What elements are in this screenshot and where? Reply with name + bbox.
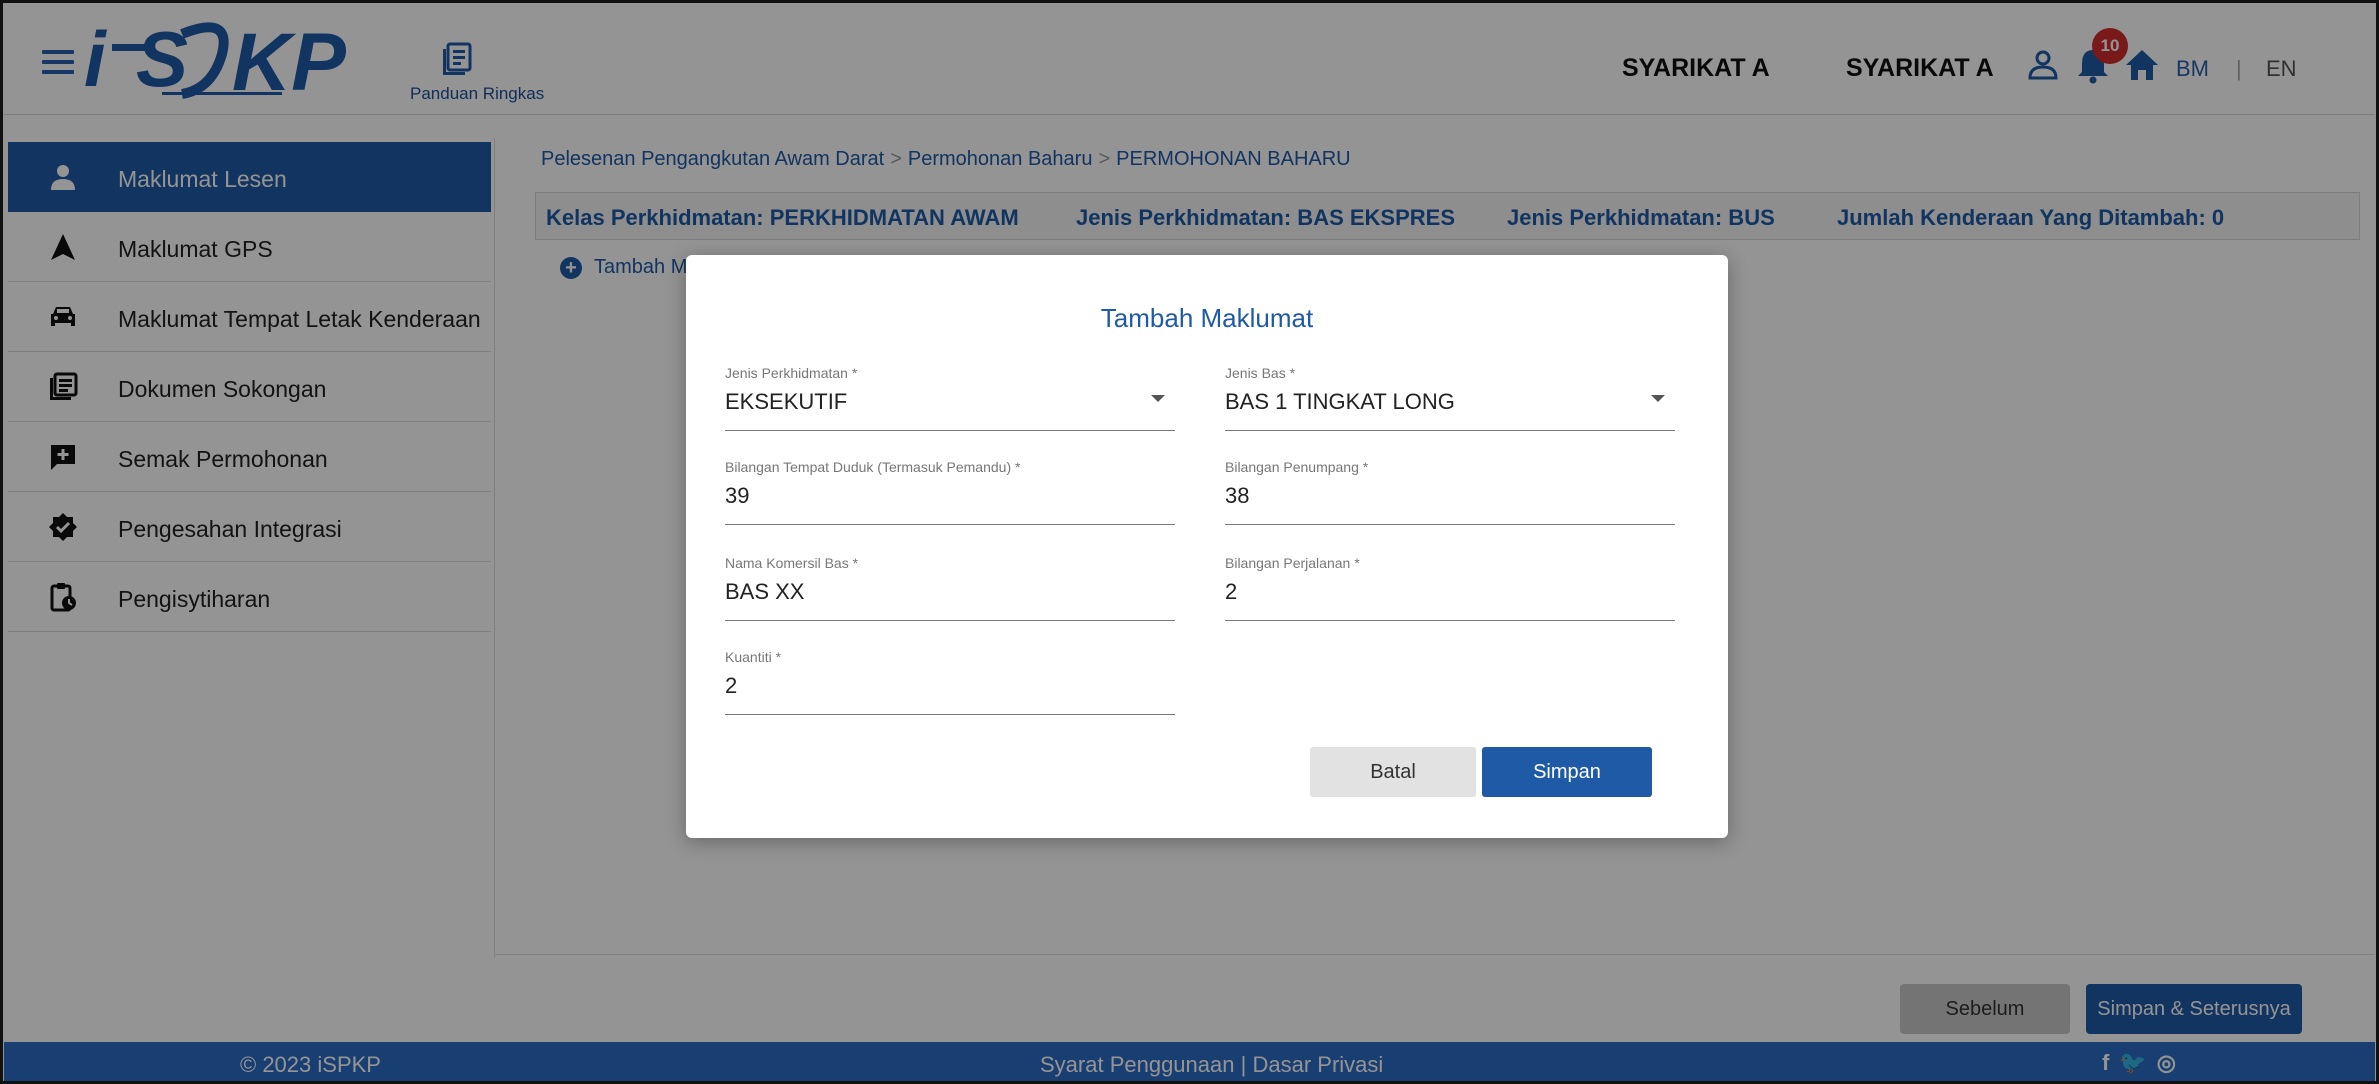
field-label: Kuantiti *	[725, 649, 782, 665]
field-value: 2	[1225, 579, 1238, 604]
field-label: Bilangan Perjalanan *	[1225, 555, 1360, 571]
nama-komersil-bas-input[interactable]: Nama Komersil Bas * BAS XX	[725, 555, 1175, 621]
save-button[interactable]: Simpan	[1482, 747, 1652, 797]
field-value: 38	[1225, 483, 1250, 508]
dropdown-arrow-icon[interactable]	[1151, 395, 1165, 402]
field-value: BAS 1 TINGKAT LONG	[1225, 389, 1455, 414]
field-label: Bilangan Penumpang *	[1225, 459, 1369, 475]
field-label: Jenis Bas *	[1225, 365, 1296, 381]
jenis-bas-select[interactable]: Jenis Bas * BAS 1 TINGKAT LONG	[1225, 365, 1675, 431]
dialog-title: Tambah Maklumat	[1100, 303, 1314, 333]
field-value: 39	[725, 483, 750, 508]
tambah-maklumat-dialog: Tambah Maklumat Jenis Perkhidmatan * EKS…	[686, 255, 1728, 838]
field-label: Jenis Perkhidmatan *	[725, 365, 858, 381]
field-value: 2	[725, 673, 738, 698]
kuantiti-input[interactable]: Kuantiti * 2	[725, 649, 1175, 715]
field-label: Bilangan Tempat Duduk (Termasuk Pemandu)…	[725, 459, 1021, 475]
field-value: BAS XX	[725, 579, 805, 604]
dropdown-arrow-icon[interactable]	[1651, 395, 1665, 402]
jenis-perkhidmatan-select[interactable]: Jenis Perkhidmatan * EKSEKUTIF	[725, 365, 1175, 431]
bilangan-perjalanan-input[interactable]: Bilangan Perjalanan * 2	[1225, 555, 1675, 621]
bilangan-tempat-duduk-input[interactable]: Bilangan Tempat Duduk (Termasuk Pemandu)…	[725, 459, 1175, 525]
field-value: EKSEKUTIF	[725, 389, 848, 414]
cancel-button[interactable]: Batal	[1310, 747, 1476, 797]
field-label: Nama Komersil Bas *	[725, 555, 859, 571]
bilangan-penumpang-input[interactable]: Bilangan Penumpang * 38	[1225, 459, 1675, 525]
